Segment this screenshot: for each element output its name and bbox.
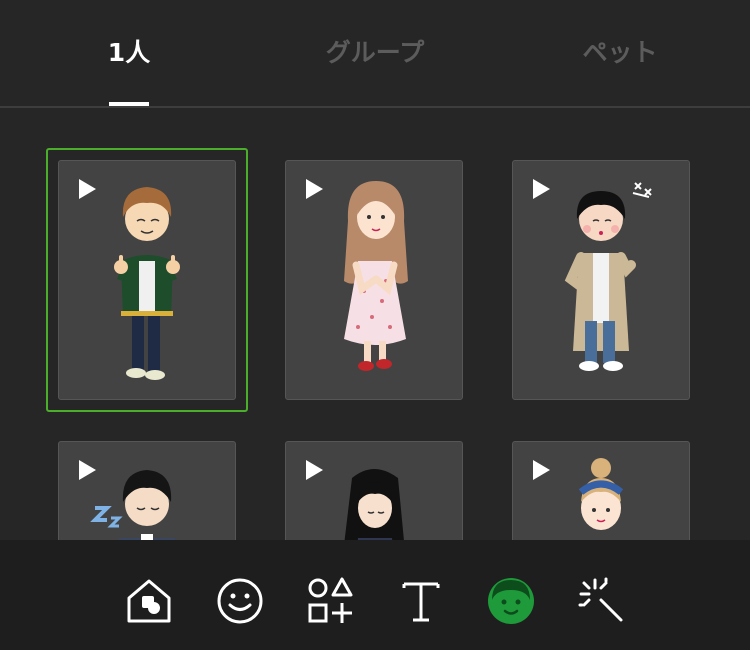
toolbar-avatar[interactable] (486, 576, 536, 626)
avatar-figure-boy-sleeping (90, 470, 176, 540)
tab-pet[interactable]: ペット (582, 33, 657, 73)
avatar-figure-boy-varsity (114, 187, 180, 380)
bottom-toolbar (0, 540, 750, 650)
avatar-grid (0, 108, 750, 540)
toolbar-effects[interactable] (577, 576, 627, 626)
avatar-figure-boy-trench (564, 182, 652, 371)
avatar-figure-girl-headband (578, 458, 624, 530)
smiley-icon (217, 578, 263, 624)
avatar-face-icon (488, 578, 534, 624)
avatar-figure-girl-bowing (344, 469, 404, 540)
tab-group[interactable]: グループ (326, 33, 425, 73)
avatar-card-boy-varsity[interactable] (58, 160, 236, 400)
category-tabs: 1人 グループ ペット (0, 0, 750, 106)
toolbar-shapes[interactable] (306, 576, 356, 626)
avatar-card-girl-floral[interactable] (285, 160, 463, 400)
avatar-card-girl-bowing[interactable] (285, 441, 463, 540)
toolbar-home-sticker[interactable] (124, 576, 174, 626)
toolbar-emoji[interactable] (215, 576, 265, 626)
home-sticker-icon (127, 579, 171, 623)
shapes-icon (308, 577, 353, 623)
avatar-card-boy-trench[interactable] (512, 160, 690, 400)
magic-wand-icon (578, 577, 623, 622)
avatar-card-girl-headband[interactable] (512, 441, 690, 540)
tab-single[interactable]: 1人 (108, 33, 150, 73)
avatar-card-boy-sleeping[interactable] (58, 441, 236, 540)
avatar-figure-girl-floral (344, 181, 408, 371)
text-icon (402, 582, 440, 622)
toolbar-text[interactable] (396, 576, 446, 626)
